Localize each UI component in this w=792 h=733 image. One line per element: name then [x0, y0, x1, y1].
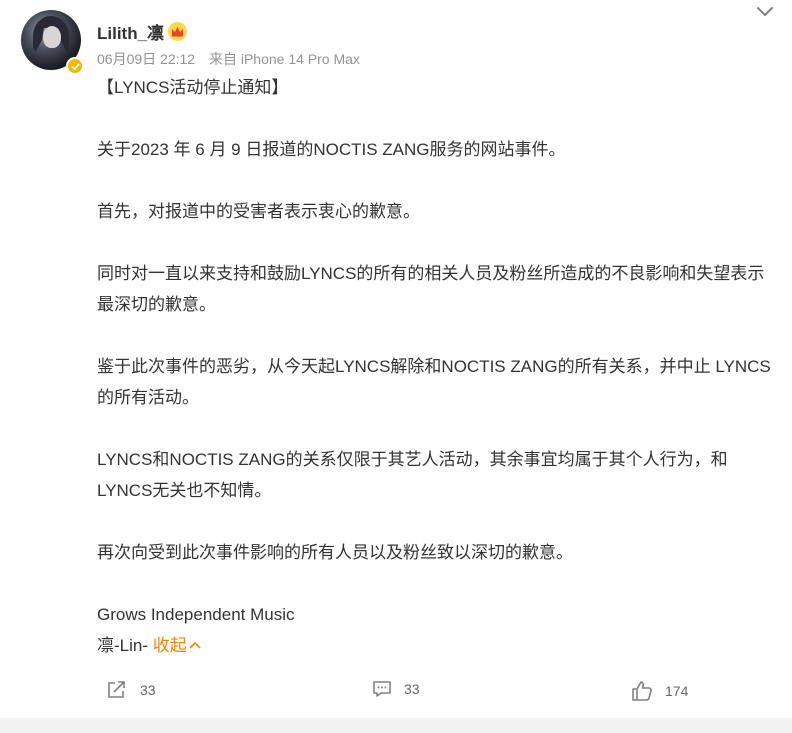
post-paragraph: 再次向受到此次事件影响的所有人员以及粉丝致以深切的歉意。 — [97, 543, 573, 562]
comment-count: 33 — [404, 681, 420, 697]
chevron-down-icon[interactable] — [754, 4, 776, 20]
share-button[interactable]: 33 — [106, 680, 156, 700]
verified-badge-icon — [66, 57, 84, 75]
post-paragraph: 【LYNCS活动停止通知】 — [97, 78, 289, 97]
post-source: 来自 iPhone 14 Pro Max — [208, 51, 360, 67]
like-count: 174 — [665, 683, 689, 699]
bottom-divider — [0, 718, 792, 733]
crown-badge-icon[interactable] — [168, 22, 188, 41]
action-bar: 33 33 174 — [0, 680, 792, 710]
share-icon — [108, 681, 125, 698]
avatar-face — [43, 26, 61, 48]
chevron-up-icon — [189, 641, 201, 649]
post-meta: 06月09日 22:12 来自 iPhone 14 Pro Max — [97, 49, 370, 69]
post-paragraph: 首先，对报道中的受害者表示衷心的歉意。 — [97, 202, 420, 221]
post-paragraph: 同时对一直以来支持和鼓励LYNCS的所有的相关人员及粉丝所造成的不良影响和失望表… — [97, 264, 765, 314]
collapse-label: 收起 — [152, 636, 187, 655]
signature-line-2: 凛-Lin- 收起 — [97, 630, 777, 661]
post-paragraph: LYNCS和NOCTIS ZANG的关系仅限于其艺人活动，其余事宜均属于其个人行… — [97, 450, 728, 500]
post-content: 【LYNCS活动停止通知】 关于2023 年 6 月 9 日报道的NOCTIS … — [97, 72, 777, 661]
like-button[interactable]: 174 — [631, 680, 688, 702]
post-paragraph: 鉴于此次事件的恶劣，从今天起LYNCS解除和NOCTIS ZANG的所有关系，并… — [97, 357, 771, 407]
thumbs-up-icon — [632, 681, 652, 701]
share-count: 33 — [140, 682, 156, 698]
signature-line-1: Grows Independent Music — [97, 605, 295, 624]
comment-icon — [373, 681, 391, 697]
collapse-link[interactable]: 收起 — [153, 636, 201, 655]
post-timestamp[interactable]: 06月09日 22:12 — [97, 51, 195, 67]
post-paragraph: 关于2023 年 6 月 9 日报道的NOCTIS ZANG服务的网站事件。 — [97, 140, 566, 159]
signature-name: 凛-Lin- — [97, 636, 149, 655]
comment-button[interactable]: 33 — [372, 680, 420, 698]
username-row: Lilith_凛 — [97, 19, 188, 44]
username[interactable]: Lilith_凛 — [97, 19, 164, 44]
signature: Grows Independent Music 凛-Lin- 收起 — [97, 599, 777, 661]
